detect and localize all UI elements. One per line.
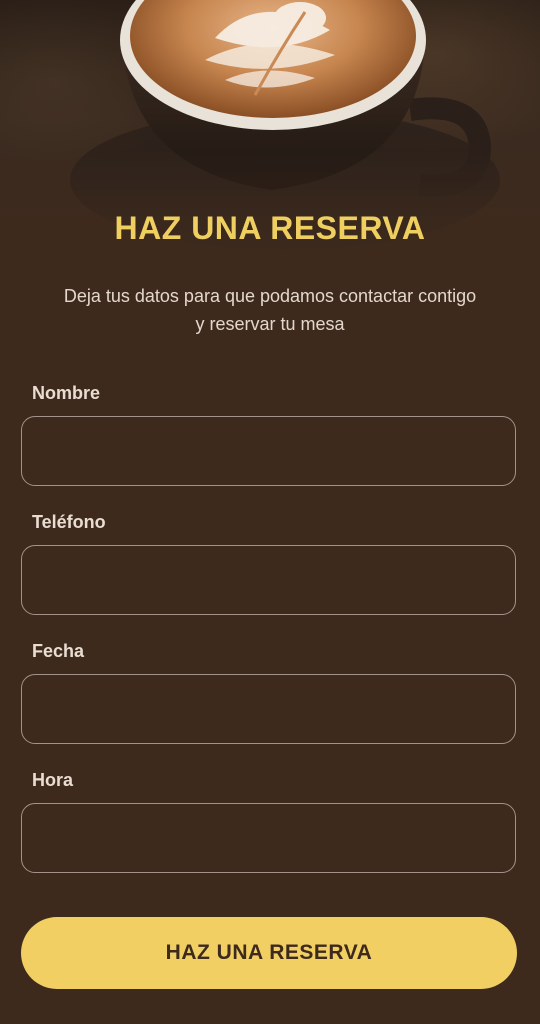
phone-input[interactable]: [21, 545, 516, 615]
reservation-screen: HAZ UNA RESERVA Deja tus datos para que …: [0, 0, 540, 1024]
name-input[interactable]: [21, 416, 516, 486]
phone-label: Teléfono: [32, 512, 106, 532]
page-title: HAZ UNA RESERVA: [114, 210, 426, 246]
reserve-button[interactable]: HAZ UNA RESERVA: [21, 917, 517, 989]
name-label: Nombre: [32, 383, 101, 403]
page-subtitle: Deja tus datos para que podamos contacta…: [63, 286, 477, 334]
time-input[interactable]: [21, 803, 516, 873]
date-label: Fecha: [32, 641, 85, 661]
date-input[interactable]: [21, 674, 516, 744]
time-label: Hora: [32, 770, 74, 790]
